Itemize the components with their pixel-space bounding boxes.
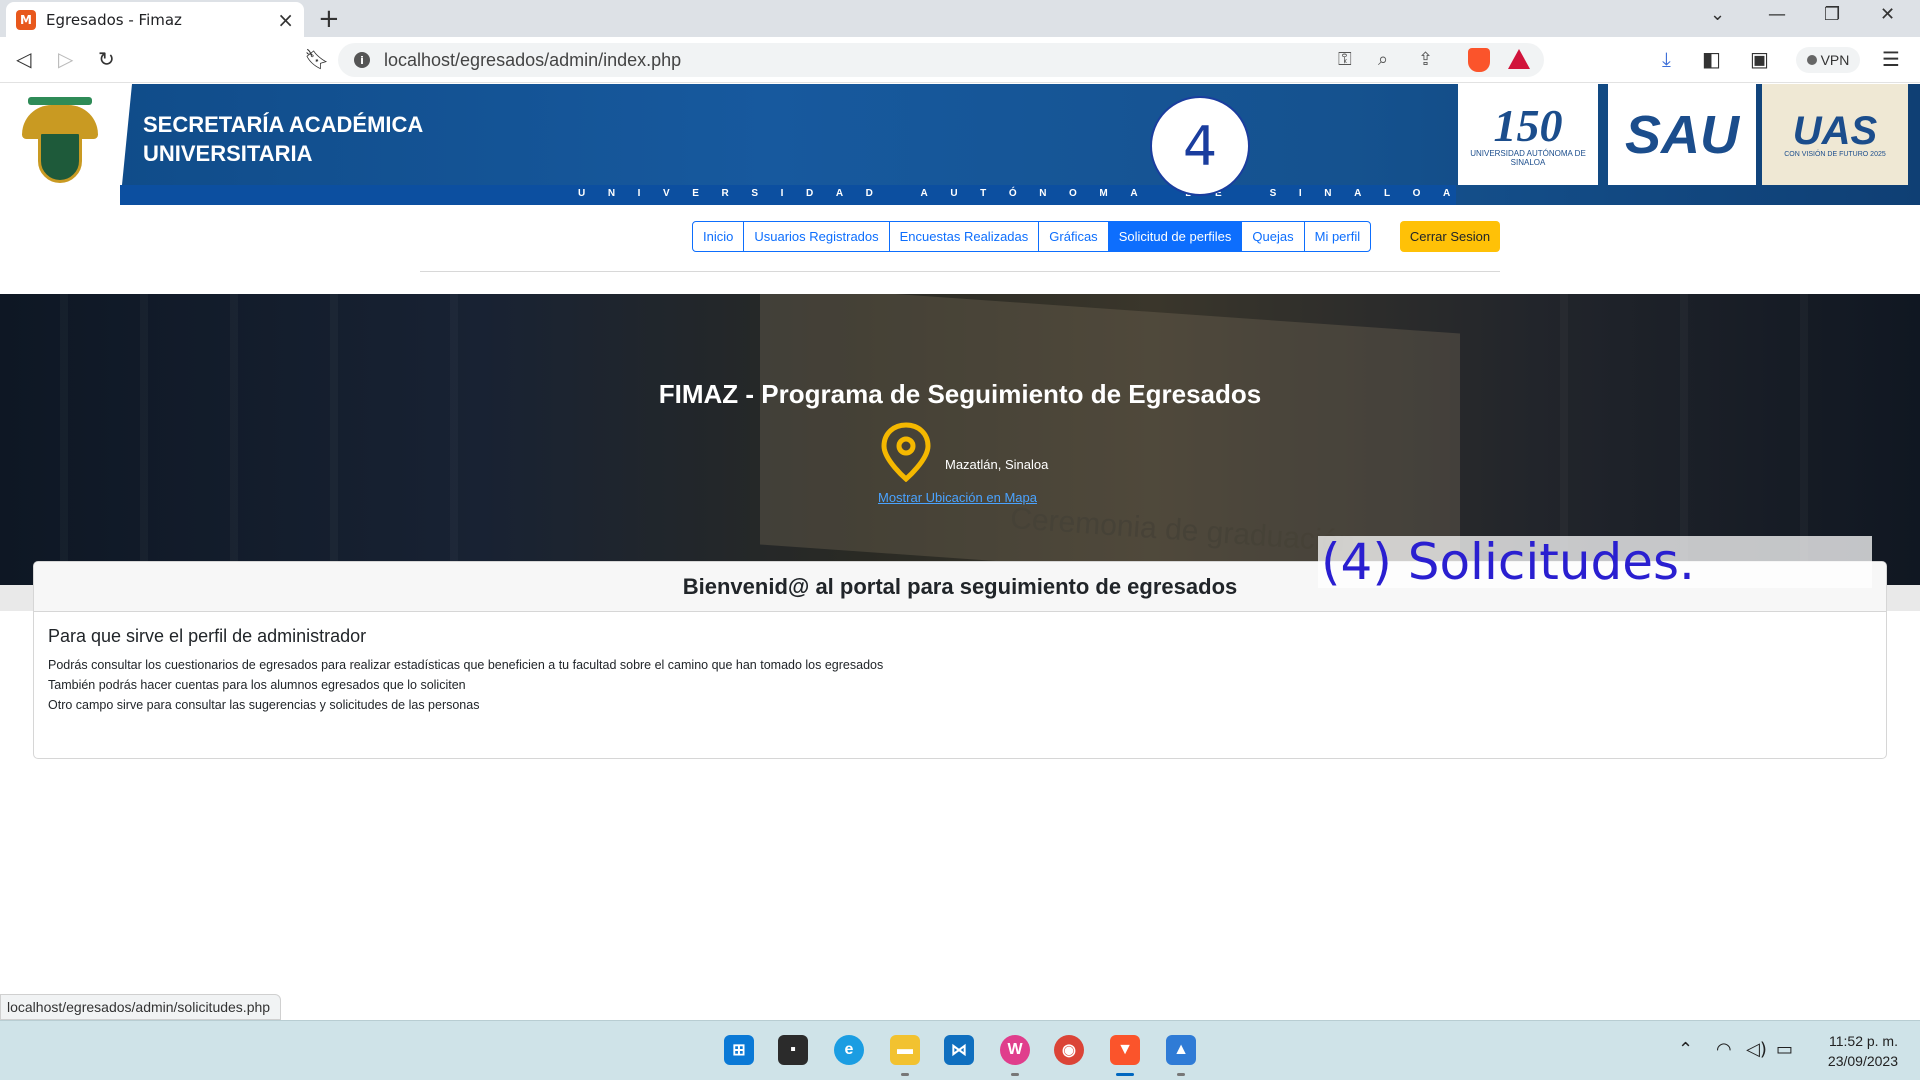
vpn-status-icon — [1806, 55, 1817, 65]
new-tab-icon[interactable]: + — [318, 4, 340, 34]
forward-icon[interactable]: ▷ — [58, 47, 73, 71]
address-bar[interactable]: i localhost/egresados/admin/index.php ⚿ … — [338, 43, 1544, 77]
running-indicator — [901, 1073, 909, 1076]
task-view-icon[interactable]: ▪ — [778, 1035, 808, 1065]
nav-usuarios-registrados[interactable]: Usuarios Registrados — [743, 221, 890, 252]
status-bar-url: localhost/egresados/admin/solicitudes.ph… — [0, 994, 282, 1020]
system-clock[interactable]: 11:52 p. m. 23/09/2023 — [1806, 1031, 1898, 1071]
uas-logo-caption: CON VISIÓN DE FUTURO 2025 — [1784, 151, 1886, 158]
reload-icon[interactable]: ↻ — [98, 47, 115, 71]
photos-icon[interactable]: ▲ — [1166, 1035, 1196, 1065]
nav-quejas[interactable]: Quejas — [1241, 221, 1305, 252]
wifi-icon[interactable]: ◠ — [1716, 1039, 1732, 1060]
brave-browser-icon[interactable]: ▼ — [1110, 1035, 1140, 1065]
card-line: También podrás hacer cuentas para los al… — [48, 678, 466, 692]
logout-button[interactable]: Cerrar Sesion — [1400, 221, 1500, 252]
wps-office-icon[interactable]: W — [1000, 1035, 1030, 1065]
logo150-caption: UNIVERSIDAD AUTÓNOMA DE SINALOA — [1470, 148, 1586, 167]
annotation-overlay: (4) Solicitudes. — [1318, 536, 1872, 588]
university-name-strip: UNIVERSIDAD AUTÓNOMA DE SINALOA — [578, 188, 1473, 199]
banner-title-line2: UNIVERSITARIA — [143, 141, 313, 166]
anniversary-150-logo: 150 UNIVERSIDAD AUTÓNOMA DE SINALOA — [1458, 84, 1598, 185]
battery-icon[interactable]: ▭ — [1776, 1039, 1793, 1060]
url-text[interactable]: localhost/egresados/admin/index.php — [384, 50, 681, 71]
edge-browser-icon[interactable]: e — [834, 1035, 864, 1065]
tray-chevron-up-icon[interactable]: ⌃ — [1678, 1039, 1693, 1060]
location-pin-icon — [881, 422, 931, 482]
logo150-number: 150 — [1493, 99, 1563, 151]
sau-logo: SAU — [1608, 84, 1756, 185]
show-map-link[interactable]: Mostrar Ubicación en Mapa — [878, 490, 1037, 505]
start-windows-icon[interactable]: ⊞ — [724, 1035, 754, 1065]
zoom-icon[interactable]: ⌕ — [1378, 49, 1388, 70]
card-line: Podrás consultar los cuestionarios de eg… — [48, 658, 884, 672]
hero-city: Mazatlán, Sinaloa — [945, 457, 1049, 472]
nav-solicitud-de-perfiles[interactable]: Solicitud de perfiles — [1107, 221, 1243, 252]
volume-icon[interactable]: ◁) — [1746, 1039, 1767, 1060]
key-icon[interactable]: ⚿ — [1338, 49, 1352, 70]
windows-taskbar: ⊞ ▪ e ▬ ⋈ W ◉ ▼ ▲ ⌃ ◠ ◁) ▭ 11:52 p. m. 2… — [0, 1020, 1920, 1080]
file-explorer-icon[interactable]: ▬ — [890, 1035, 920, 1065]
close-window-icon[interactable]: ✕ — [1880, 4, 1895, 25]
menu-icon[interactable]: ☰ — [1882, 47, 1900, 71]
chrome-icon[interactable]: ◉ — [1054, 1035, 1084, 1065]
wallet-icon[interactable]: ▣ — [1750, 47, 1769, 71]
minimize-icon[interactable]: — — [1768, 4, 1786, 25]
tab-search-chevron-icon[interactable]: ⌄ — [1710, 4, 1725, 25]
tab-title: Egresados - Fimaz — [46, 10, 182, 29]
running-indicator — [1177, 1073, 1185, 1076]
vpn-label: VPN — [1820, 52, 1850, 68]
banner-title: SECRETARÍA ACADÉMICA UNIVERSITARIA — [143, 110, 423, 168]
active-indicator — [1116, 1073, 1134, 1076]
header-banner: SECRETARÍA ACADÉMICA UNIVERSITARIA UNIVE… — [0, 84, 1920, 205]
banner-title-line1: SECRETARÍA ACADÉMICA — [143, 112, 424, 137]
share-icon[interactable]: ⇪ — [1418, 49, 1433, 70]
close-tab-icon[interactable]: × — [277, 8, 294, 32]
restore-icon[interactable]: ❐ — [1824, 4, 1840, 25]
browser-tab[interactable]: M Egresados - Fimaz × — [6, 2, 304, 37]
brave-rewards-icon[interactable] — [1508, 49, 1530, 69]
nav-encuestas-realizadas[interactable]: Encuestas Realizadas — [888, 221, 1040, 252]
vscode-icon[interactable]: ⋈ — [944, 1035, 974, 1065]
brave-shields-icon[interactable] — [1468, 48, 1490, 72]
nav-mi-perfil[interactable]: Mi perfil — [1303, 221, 1372, 252]
downloads-icon[interactable]: ⤓ — [1662, 47, 1671, 71]
card-body: Para que sirve el perfil de administrado… — [34, 612, 1886, 729]
clock-date: 23/09/2023 — [1827, 1053, 1898, 1069]
uas-logo-text: UAS — [1792, 109, 1878, 153]
nav-graficas[interactable]: Gráficas — [1038, 221, 1109, 252]
nav-inicio[interactable]: Inicio — [692, 221, 745, 252]
hero-title: FIMAZ - Programa de Seguimiento de Egres… — [658, 379, 1262, 409]
browser-tab-bar: M Egresados - Fimaz × + ⌄ — ❐ ✕ — [0, 0, 1920, 37]
step-number-badge: 4 — [1150, 96, 1250, 196]
card-line: Otro campo sirve para consultar las suge… — [48, 698, 480, 712]
sidebar-icon[interactable]: ◧ — [1702, 47, 1721, 71]
back-icon[interactable]: ◁ — [16, 47, 31, 71]
browser-toolbar: ◁ ▷ ↻ 🔖︎ i localhost/egresados/admin/ind… — [0, 37, 1920, 83]
xampp-favicon-icon: M — [16, 9, 36, 30]
vpn-button[interactable]: VPN — [1796, 47, 1860, 73]
nav-divider — [420, 271, 1500, 272]
card-subtitle: Para que sirve el perfil de administrado… — [48, 626, 367, 646]
running-indicator — [1011, 1073, 1019, 1076]
site-info-icon[interactable]: i — [354, 52, 370, 68]
clock-time: 11:52 p. m. — [1828, 1033, 1898, 1049]
admin-nav: Inicio Usuarios Registrados Encuestas Re… — [692, 221, 1372, 252]
secretaria-crest-logo — [0, 84, 120, 205]
bookmark-icon[interactable]: 🔖︎ — [304, 47, 329, 71]
uas-logo: UAS CON VISIÓN DE FUTURO 2025 — [1762, 84, 1908, 185]
